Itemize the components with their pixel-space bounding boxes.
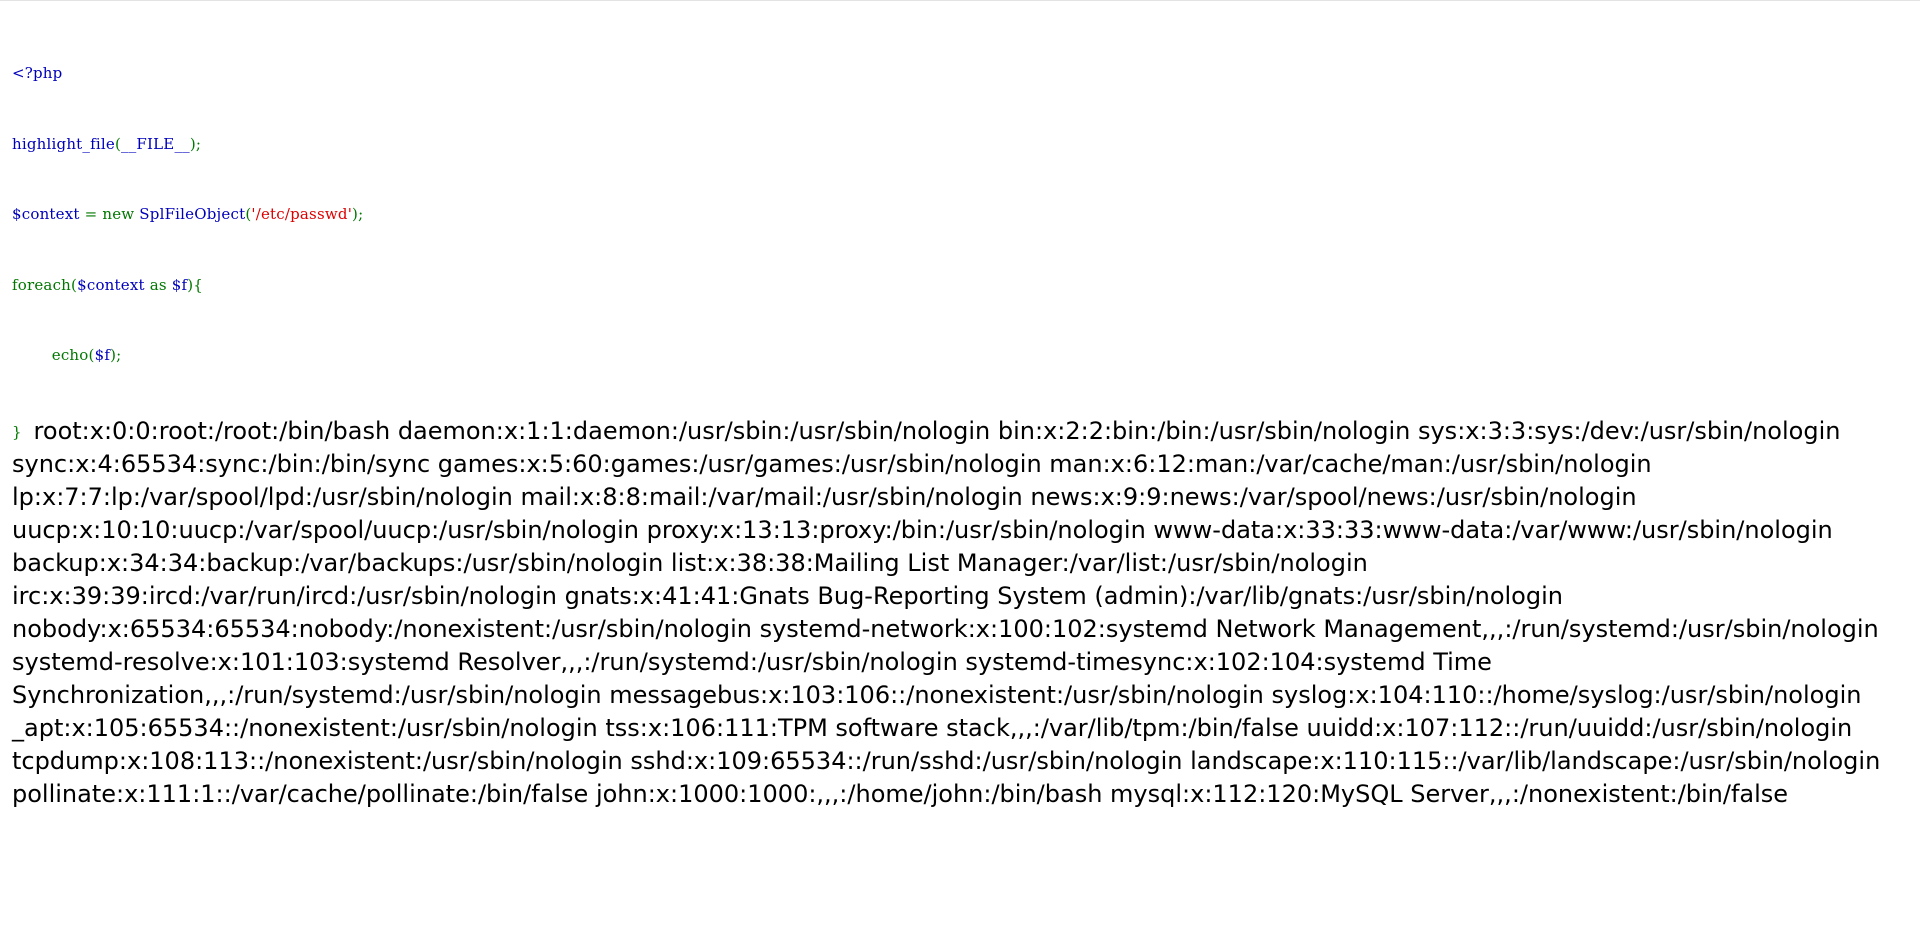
variable-f: $f [171,275,188,294]
output-line-10: _apt:x:105:65534::/nonexistent:/usr/sbin… [12,713,1853,742]
file-path-string: '/etc/passwd' [251,205,353,223]
statement-end: ); [189,134,202,153]
output-line-5: backup:x:34:34:backup:/var/backups:/usr/… [12,548,1368,577]
source-line-1: <?php [12,62,1902,86]
assign-new: = new [79,205,140,223]
variable-f: $f [94,346,111,364]
output-line-2: sync:x:4:65534:sync:/bin:/bin/sync games… [12,449,1652,478]
source-line-3: $context = new SplFileObject('/etc/passw… [12,203,1902,227]
passwd-output-text: root:x:0:0:root:/root:/bin/bash daemon:x… [33,416,1841,445]
block-open: ){ [187,275,204,294]
variable-context: $context [12,205,80,223]
source-line-2: highlight_file(__FILE__); [12,133,1902,157]
source-line-4: foreach($context as $f){ [12,274,1902,298]
function-name: highlight_file [12,134,115,153]
class-name: SplFileObject [139,205,246,223]
output-line-6: irc:x:39:39:ircd:/var/run/ircd:/usr/sbin… [12,581,1563,610]
output-line-3: lp:x:7:7:lp:/var/spool/lpd:/usr/sbin/nol… [12,482,1637,511]
page-content: <?php highlight_file(__FILE__); $context… [12,15,1902,811]
output-line-1: } root:x:0:0:root:/root:/bin/bash daemon:… [12,415,1902,448]
output-line-12: pollinate:x:111:1::/var/cache/pollinate:… [12,779,1789,808]
output-line-9: Synchronization,,,:/run/systemd:/usr/sbi… [12,680,1862,709]
highlighted-php-source: <?php highlight_file(__FILE__); $context… [12,41,1902,412]
file-constant: __FILE__ [121,134,190,153]
output-line-7: nobody:x:65534:65534:nobody:/nonexistent… [12,614,1879,643]
statement-end: ); [110,346,122,364]
output-line-8: systemd-resolve:x:101:103:systemd Resolv… [12,647,1492,676]
source-line-5: echo($f); [12,344,1902,368]
php-open-tag: <?php [12,64,63,82]
as-keyword: as [144,275,172,294]
closing-brace: } [12,422,22,441]
foreach-keyword: foreach( [12,275,78,294]
output-line-11: tcpdump:x:108:113::/nonexistent:/usr/sbi… [12,746,1881,775]
echo-keyword: echo( [12,346,95,364]
variable-context: $context [77,275,145,294]
statement-end: ); [352,205,364,223]
output-line-4: uucp:x:10:10:uucp:/var/spool/uucp:/usr/s… [12,515,1833,544]
